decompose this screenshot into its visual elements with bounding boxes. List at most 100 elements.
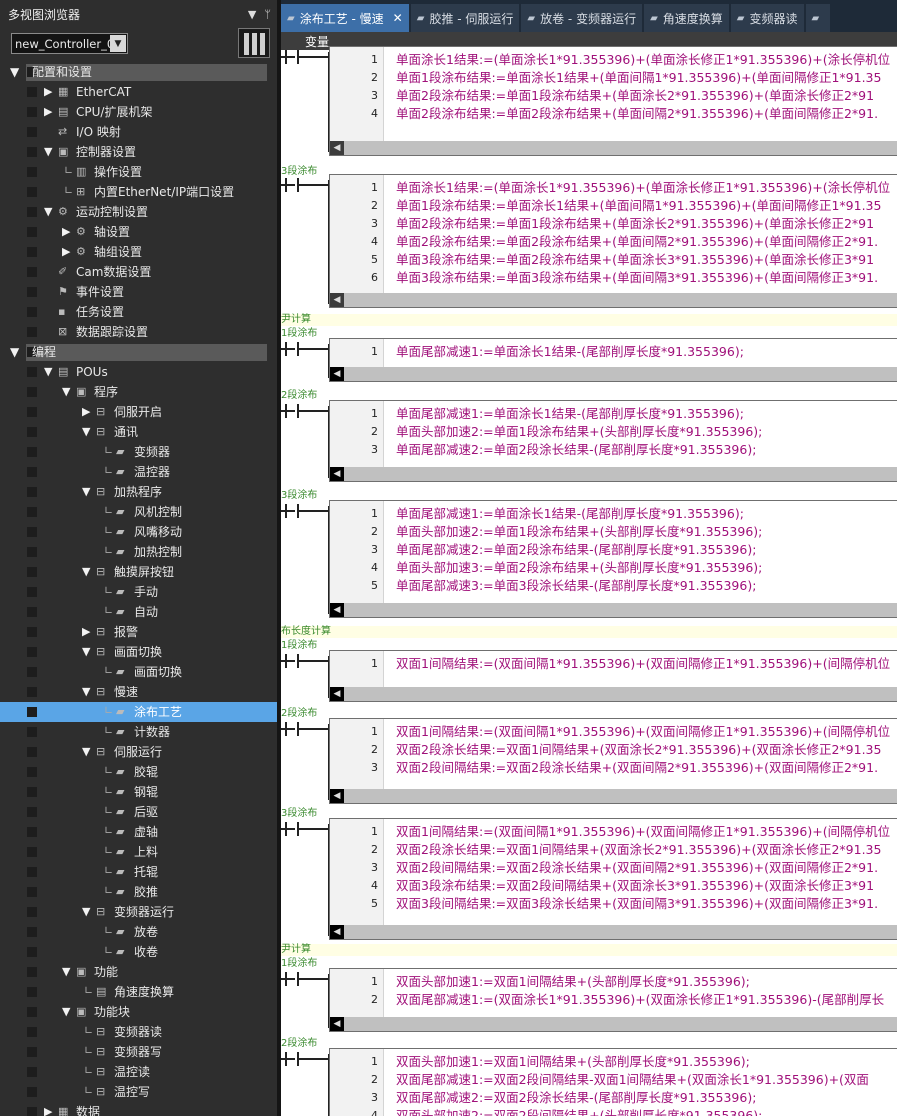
expand-down-icon[interactable]: ▼ bbox=[82, 564, 90, 580]
tree-item-fb[interactable]: ▼ ▣ 功能块 bbox=[0, 1002, 277, 1022]
tree-item-invrun[interactable]: ▼ ⊟ 变频器运行 bbox=[0, 902, 277, 922]
st-code-block[interactable]: 1 单面尾部减速1:=单面涂长1结果-(尾部削厚长度*91.355396); 2 单面… bbox=[329, 500, 897, 618]
code-line[interactable]: 双面2段涂长结果:=双面1间隔结果+(双面涂长2*91.355396)+(双面涂… bbox=[396, 741, 881, 759]
st-code-block[interactable]: 1 双面头部加速1:=双面1间隔结果+(头部削厚长度*91.355396); 2 双面… bbox=[329, 968, 897, 1032]
tree-item-alarm[interactable]: ▶ ⊟ 报警 bbox=[0, 622, 277, 642]
horizontal-scrollbar[interactable]: ◀ bbox=[330, 603, 897, 617]
tree-item-slow[interactable]: ▼ ⊟ 慢速 bbox=[0, 682, 277, 702]
tree-item-ethercat[interactable]: ▶ ▦ EtherCAT bbox=[0, 82, 277, 102]
horizontal-scrollbar[interactable]: ◀ bbox=[330, 789, 897, 803]
horizontal-scrollbar[interactable]: ◀ bbox=[330, 141, 897, 155]
code-line[interactable]: 单面尾部减速1:=单面涂长1结果-(尾部削厚长度*91.355396); bbox=[396, 343, 744, 361]
st-editor[interactable]: 尹计算 布长度计算 尹计算 1 单面涂长1结果:=(单面涂长1*91.355396)+(… bbox=[281, 46, 897, 1116]
tree-item-servorun[interactable]: ▼ ⊟ 伺服运行 bbox=[0, 742, 277, 762]
tree-item-feed[interactable]: ∟ ▰ 上料 bbox=[0, 842, 277, 862]
tree-item-twrite[interactable]: ∟ ⊟ 温控写 bbox=[0, 1082, 277, 1102]
tree-item-cam[interactable]: ✐ Cam数据设置 bbox=[0, 262, 277, 282]
expand-right-icon[interactable]: ▶ bbox=[62, 244, 70, 260]
tree-item-gluepush[interactable]: ∟ ▰ 胶推 bbox=[0, 882, 277, 902]
expand-down-icon[interactable]: ▼ bbox=[44, 204, 52, 220]
tree-item-trace[interactable]: ⊠ 数据跟踪设置 bbox=[0, 322, 277, 342]
expand-down-icon[interactable]: ▼ bbox=[44, 364, 52, 380]
tree-item-heating[interactable]: ▼ ⊟ 加热程序 bbox=[0, 482, 277, 502]
tree-item-glue[interactable]: ∟ ▰ 胶辊 bbox=[0, 762, 277, 782]
tree-item-nozzle[interactable]: ∟ ▰ 风嘴移动 bbox=[0, 522, 277, 542]
expand-down-icon[interactable]: ▼ bbox=[82, 684, 90, 700]
scroll-left-icon[interactable]: ◀ bbox=[330, 1017, 344, 1031]
code-line[interactable]: 单面2段涂布结果:=单面1段涂布结果+(单面涂长2*91.355396)+(单面… bbox=[396, 87, 874, 105]
tree-item-inverter[interactable]: ∟ ▰ 变频器 bbox=[0, 442, 277, 462]
controller-status-icon[interactable] bbox=[238, 28, 270, 58]
horizontal-scrollbar[interactable]: ◀ bbox=[330, 367, 897, 381]
tree-item-pous[interactable]: ▼ ▤ POUs bbox=[0, 362, 277, 382]
close-icon[interactable]: ✕ bbox=[393, 11, 403, 25]
st-code-block[interactable]: 1 单面涂长1结果:=(单面涂长1*91.355396)+(单面涂长修正1*91.… bbox=[329, 46, 897, 156]
tree-item-manual[interactable]: ∟ ▰ 手动 bbox=[0, 582, 277, 602]
tree-item-ctlset[interactable]: ▼ ▣ 控制器设置 bbox=[0, 142, 277, 162]
expand-down-icon[interactable]: ▼ bbox=[62, 1004, 70, 1020]
tab-2[interactable]: ▰ 放卷 - 变频器运行 bbox=[521, 4, 643, 32]
tree-item-prog[interactable]: ▼ 编程 bbox=[0, 342, 277, 362]
tree-item-invwrite[interactable]: ∟ ⊟ 变频器写 bbox=[0, 1042, 277, 1062]
tree-item-angspeed[interactable]: ∟ ▤ 角速度换算 bbox=[0, 982, 277, 1002]
code-line[interactable]: 单面2段涂布结果:=单面2段涂布结果+(单面间隔2*91.355396)+(单面… bbox=[396, 233, 878, 251]
tree-item-motion[interactable]: ▼ ⚙ 运动控制设置 bbox=[0, 202, 277, 222]
tree-item-servoon[interactable]: ▶ ⊟ 伺服开启 bbox=[0, 402, 277, 422]
tree-item-program[interactable]: ▼ ▣ 程序 bbox=[0, 382, 277, 402]
tab-0[interactable]: ▰ 涂布工艺 - 慢速 ✕ bbox=[281, 4, 409, 32]
st-code-block[interactable]: 1 双面1间隔结果:=(双面间隔1*91.355396)+(双面间隔修正1*91.… bbox=[329, 718, 897, 804]
scroll-left-icon[interactable]: ◀ bbox=[330, 603, 344, 617]
scroll-left-icon[interactable]: ◀ bbox=[330, 467, 344, 481]
tree-item-comm[interactable]: ▼ ⊟ 通讯 bbox=[0, 422, 277, 442]
code-line[interactable]: 双面尾部减速2:=双面2段涂长结果-(尾部削厚长度*91.355396); bbox=[396, 1089, 756, 1107]
tab-3[interactable]: ▰ 角速度换算 bbox=[644, 4, 729, 32]
tree-item-tempctl[interactable]: ∟ ▰ 温控器 bbox=[0, 462, 277, 482]
expand-right-icon[interactable]: ▶ bbox=[62, 224, 70, 240]
st-code-block[interactable]: 1 单面涂长1结果:=(单面涂长1*91.355396)+(单面涂长修正1*91.… bbox=[329, 174, 897, 308]
scroll-left-icon[interactable]: ◀ bbox=[330, 789, 344, 803]
tree-item-coating[interactable]: ∟ ▰ 涂布工艺 bbox=[0, 702, 277, 722]
tree-item-axis[interactable]: ▶ ⚙ 轴设置 bbox=[0, 222, 277, 242]
dropdown-arrow-icon[interactable]: ▼ bbox=[248, 8, 256, 21]
st-code-block[interactable]: 1 单面尾部减速1:=单面涂长1结果-(尾部削厚长度*91.355396); 2 单面… bbox=[329, 400, 897, 482]
chevron-down-icon[interactable]: ▼ bbox=[110, 35, 126, 52]
code-line[interactable]: 双面3段涂布结果:=双面2段间隔结果+(双面涂长3*91.355396)+(双面… bbox=[396, 877, 874, 895]
code-line[interactable]: 单面3段涂布结果:=单面2段涂布结果+(单面涂长3*91.355396)+(单面… bbox=[396, 251, 874, 269]
tree-item-idler[interactable]: ∟ ▰ 托辊 bbox=[0, 862, 277, 882]
tab-4[interactable]: ▰ 变频器读 bbox=[730, 4, 804, 32]
code-line[interactable]: 单面涂长1结果:=(单面涂长1*91.355396)+(单面涂长修正1*91.3… bbox=[396, 179, 890, 197]
expand-right-icon[interactable]: ▶ bbox=[82, 404, 90, 420]
code-line[interactable]: 双面头部加速1:=双面1间隔结果+(头部削厚长度*91.355396); bbox=[396, 1053, 750, 1071]
tree-item-invread[interactable]: ∟ ⊟ 变频器读 bbox=[0, 1022, 277, 1042]
scroll-left-icon[interactable]: ◀ bbox=[330, 925, 344, 939]
tree-item-func[interactable]: ▼ ▣ 功能 bbox=[0, 962, 277, 982]
code-line[interactable]: 双面1间隔结果:=(双面间隔1*91.355396)+(双面间隔修正1*91.3… bbox=[396, 655, 890, 673]
code-line[interactable]: 单面1段涂布结果:=单面涂长1结果+(单面间隔1*91.355396)+(单面间… bbox=[396, 69, 881, 87]
tab-1[interactable]: ▰ 胶推 - 伺服运行 bbox=[410, 4, 520, 32]
expand-down-icon[interactable]: ▼ bbox=[44, 144, 52, 160]
tree-item-axisgrp[interactable]: ▶ ⚙ 轴组设置 bbox=[0, 242, 277, 262]
code-line[interactable]: 双面2段间隔结果:=双面2段涂长结果+(双面间隔2*91.355396)+(双面… bbox=[396, 859, 878, 877]
controller-select[interactable]: new_Controller_0 ▼ bbox=[11, 33, 128, 54]
expand-down-icon[interactable]: ▼ bbox=[82, 424, 90, 440]
horizontal-scrollbar[interactable]: ◀ bbox=[330, 293, 897, 307]
tree-item-task[interactable]: ▪ 任务设置 bbox=[0, 302, 277, 322]
code-line[interactable]: 单面2段涂布结果:=单面2段涂布结果+(单面间隔2*91.355396)+(单面… bbox=[396, 105, 878, 123]
tree-item-tread[interactable]: ∟ ⊟ 温控读 bbox=[0, 1062, 277, 1082]
code-line[interactable]: 单面涂长1结果:=(单面涂长1*91.355396)+(单面涂长修正1*91.3… bbox=[396, 51, 890, 69]
st-code-block[interactable]: 1 双面1间隔结果:=(双面间隔1*91.355396)+(双面间隔修正1*91.… bbox=[329, 650, 897, 702]
expand-right-icon[interactable]: ▶ bbox=[44, 84, 52, 100]
scroll-left-icon[interactable]: ◀ bbox=[330, 687, 344, 701]
code-line[interactable]: 单面头部加速2:=单面1段涂布结果+(头部削厚长度*91.355396); bbox=[396, 523, 762, 541]
scroll-left-icon[interactable]: ◀ bbox=[330, 367, 344, 381]
tree-item-screen[interactable]: ▼ ⊟ 画面切换 bbox=[0, 642, 277, 662]
code-line[interactable]: 双面尾部减速1:=(双面涂长1*91.355396)+(双面涂长修正1*91.3… bbox=[396, 991, 884, 1009]
tree-item-heatctl[interactable]: ∟ ▰ 加热控制 bbox=[0, 542, 277, 562]
code-line[interactable]: 单面尾部减速1:=单面涂长1结果-(尾部削厚长度*91.355396); bbox=[396, 505, 744, 523]
tree-item-opset[interactable]: ∟ ▥ 操作设置 bbox=[0, 162, 277, 182]
tab-5[interactable]: ▰ bbox=[805, 4, 831, 32]
st-code-block[interactable]: 1 双面头部加速1:=双面1间隔结果+(头部削厚长度*91.355396); 2 双面… bbox=[329, 1048, 897, 1116]
expand-down-icon[interactable]: ▼ bbox=[10, 344, 19, 360]
tree-item-steel[interactable]: ∟ ▰ 钢辊 bbox=[0, 782, 277, 802]
code-line[interactable]: 单面尾部减速2:=单面2段涂长结果-(尾部削厚长度*91.355396); bbox=[396, 441, 756, 459]
